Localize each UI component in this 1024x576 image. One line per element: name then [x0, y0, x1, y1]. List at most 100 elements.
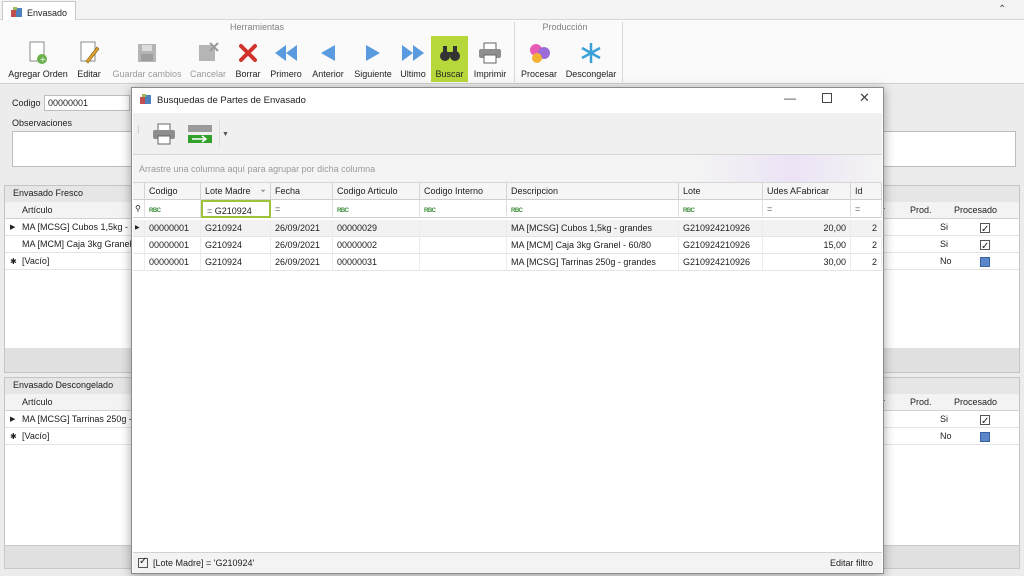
row-indicator [133, 254, 145, 271]
row-pointer-icon: ▶ [10, 416, 16, 423]
filter-text[interactable]: [Lote Madre] = 'G210924' [153, 558, 254, 568]
col-lote[interactable]: Lote [679, 183, 763, 200]
codigo-articulo-cell[interactable]: 00000029 [333, 220, 420, 237]
cancelar-button[interactable]: Cancelar [188, 36, 228, 82]
print-grid-button[interactable] [149, 119, 179, 149]
prod-cell[interactable]: Si [937, 411, 951, 428]
col-udes-afabricar[interactable]: Udes AFabricar [763, 183, 851, 200]
col-fecha[interactable]: Fecha [271, 183, 333, 200]
codigo-interno-cell[interactable] [420, 220, 507, 237]
borrar-button[interactable]: Borrar [232, 36, 264, 82]
descripcion-cell[interactable]: MA [MCM] Caja 3kg Granel - 60/80 [507, 237, 679, 254]
col-procesado[interactable]: Procesado [951, 202, 1000, 219]
prod-cell[interactable]: No [937, 428, 955, 445]
procesado-checkbox[interactable] [977, 431, 993, 448]
edit-filter-link[interactable]: Editar filtro [830, 558, 873, 568]
udes-afabricar-cell[interactable]: 20,00 [763, 220, 851, 237]
ultimo-label: Ultimo [400, 69, 426, 79]
articulo-cell[interactable]: [Vacío] [19, 428, 52, 445]
fecha-cell[interactable]: 26/09/2021 [271, 254, 333, 271]
col-descripcion[interactable]: Descripcion [507, 183, 679, 200]
agregar-orden-button[interactable]: + Agregar Orden [6, 36, 70, 82]
filter-descripcion[interactable]: RBC [507, 200, 679, 218]
primero-button[interactable]: Primero [268, 36, 304, 82]
prod-cell[interactable]: Si [937, 219, 951, 236]
prod-cell[interactable]: Si [937, 236, 951, 253]
col-articulo[interactable]: Artículo [19, 202, 56, 219]
id-cell[interactable]: 2 [851, 254, 882, 271]
lote-madre-cell[interactable]: G210924 [201, 237, 271, 254]
procesar-button[interactable]: Procesar [518, 36, 560, 82]
udes-afabricar-cell[interactable]: 15,00 [763, 237, 851, 254]
maximize-icon[interactable] [822, 93, 832, 103]
articulo-cell[interactable]: MA [MCSG] Tarrinas 250g - g [19, 411, 142, 428]
codigo-interno-cell[interactable] [420, 237, 507, 254]
descripcion-cell[interactable]: MA [MCSG] Cubos 1,5kg - grandes [507, 220, 679, 237]
col-prod[interactable]: Prod. [907, 394, 935, 411]
export-grid-button[interactable] [185, 119, 215, 149]
id-cell[interactable]: 2 [851, 237, 882, 254]
filter-lote-madre-input[interactable]: = G210924 [201, 200, 271, 218]
udes-afabricar-cell[interactable]: 30,00 [763, 254, 851, 271]
guardar-cambios-button[interactable]: Guardar cambios [110, 36, 184, 82]
table-row[interactable]: 00000001 G210924 26/09/2021 00000002 MA [MCM… [133, 237, 882, 254]
lote-cell[interactable]: G210924210926 [679, 220, 763, 237]
anterior-button[interactable]: Anterior [308, 36, 348, 82]
table-row[interactable]: ▶ 00000001 G210924 26/09/2021 00000029 MA [MC… [133, 220, 882, 237]
filter-udes-afabricar[interactable]: = [763, 200, 851, 218]
col-prod[interactable]: Prod. [907, 202, 935, 219]
imprimir-button[interactable]: Imprimir [471, 36, 509, 82]
borrar-label: Borrar [235, 69, 261, 79]
id-cell[interactable]: 2 [851, 220, 882, 237]
tab-envasado[interactable]: Envasado [2, 1, 77, 20]
siguiente-button[interactable]: Siguiente [352, 36, 394, 82]
col-procesado[interactable]: Procesado [951, 394, 1000, 411]
lote-cell[interactable]: G210924210926 [679, 237, 763, 254]
articulo-cell[interactable]: MA [MCM] Caja 3kg Granel - [19, 236, 140, 253]
minimize-icon[interactable]: — [784, 91, 796, 105]
col-lote-madre[interactable]: Lote Madre ⏷ [201, 183, 271, 200]
collapse-ribbon-icon[interactable]: ⌃ [998, 4, 1010, 16]
buscar-button[interactable]: Buscar [431, 36, 468, 82]
filter-lote[interactable]: RBC [679, 200, 763, 218]
filter-codigo-interno[interactable]: RBC [420, 200, 507, 218]
row-indicator-header [133, 183, 145, 200]
procesado-checkbox[interactable] [977, 256, 993, 273]
descongelar-button[interactable]: Descongelar [563, 36, 619, 82]
filter-fecha[interactable]: = [271, 200, 333, 218]
col-articulo[interactable]: Artículo [19, 394, 56, 411]
close-icon[interactable]: ✕ [859, 90, 870, 106]
codigo-cell[interactable]: 00000001 [145, 220, 201, 237]
codigo-input[interactable]: 00000001 [44, 95, 130, 111]
lote-madre-cell[interactable]: G210924 [201, 254, 271, 271]
codigo-articulo-cell[interactable]: 00000002 [333, 237, 420, 254]
col-codigo[interactable]: Codigo [145, 183, 201, 200]
codigo-articulo-cell[interactable]: 00000031 [333, 254, 420, 271]
fecha-cell[interactable]: 26/09/2021 [271, 237, 333, 254]
codigo-cell[interactable]: 00000001 [145, 237, 201, 254]
group-by-area[interactable]: Arrastre una columna aquí para agrupar p… [133, 155, 882, 183]
articulo-cell[interactable]: [Vacío] [19, 253, 52, 270]
new-row-icon: ✱ [10, 257, 17, 266]
filter-codigo[interactable]: RBC [145, 200, 201, 218]
articulo-cell[interactable]: MA [MCSG] Cubos 1,5kg - gr [19, 219, 142, 236]
editar-button[interactable]: Editar [74, 36, 104, 82]
table-row[interactable]: 00000001 G210924 26/09/2021 00000031 MA [MCS… [133, 254, 882, 271]
filter-id[interactable]: = [851, 200, 882, 218]
lote-cell[interactable]: G210924210926 [679, 254, 763, 271]
filter-enable-checkbox[interactable] [138, 556, 148, 570]
col-codigo-interno[interactable]: Codigo Interno [420, 183, 507, 200]
filter-funnel-icon[interactable]: ⏷ [260, 183, 266, 199]
prod-cell[interactable]: No [937, 253, 955, 270]
filter-codigo-articulo[interactable]: RBC [333, 200, 420, 218]
dropdown-arrow-icon[interactable]: ▼ [219, 121, 231, 147]
descripcion-cell[interactable]: MA [MCSG] Tarrinas 250g - grandes [507, 254, 679, 271]
cancel-save-icon [195, 40, 221, 66]
codigo-cell[interactable]: 00000001 [145, 254, 201, 271]
fecha-cell[interactable]: 26/09/2021 [271, 220, 333, 237]
col-codigo-articulo[interactable]: Codigo Articulo [333, 183, 420, 200]
codigo-interno-cell[interactable] [420, 254, 507, 271]
lote-madre-cell[interactable]: G210924 [201, 220, 271, 237]
ultimo-button[interactable]: Ultimo [398, 36, 428, 82]
col-id[interactable]: Id [851, 183, 882, 200]
